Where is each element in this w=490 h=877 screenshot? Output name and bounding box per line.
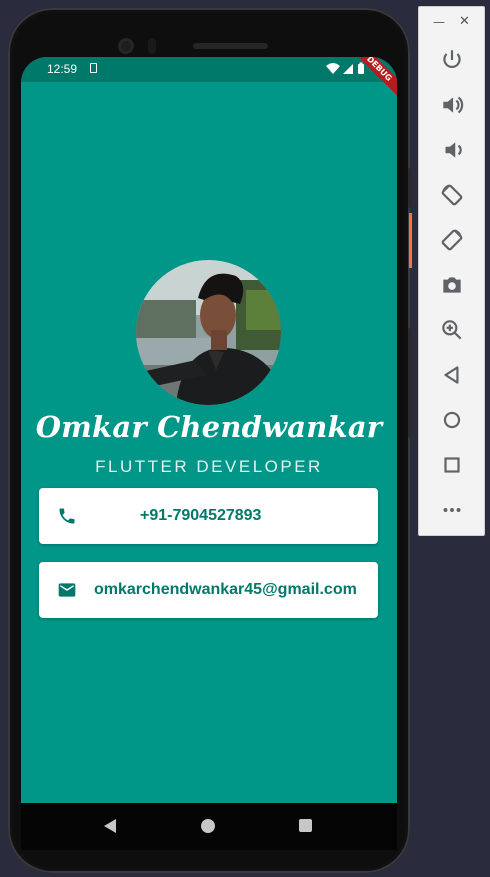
email-address: omkarchendwankar45@gmail.com <box>94 581 357 598</box>
profile-title: FLUTTER DEVELOPER <box>95 457 323 476</box>
profile-name: Omkar Chendwankar <box>35 410 383 444</box>
nav-home-icon[interactable] <box>201 819 215 833</box>
phone-card[interactable]: +91-7904527893 <box>39 488 378 544</box>
volume-side-button <box>408 328 412 438</box>
power-icon[interactable] <box>439 47 465 73</box>
emulator-toolbar: — ✕ <box>418 6 485 536</box>
sim-card-icon <box>90 63 97 73</box>
volume-up-icon[interactable] <box>439 92 465 118</box>
navigation-bar <box>21 803 397 850</box>
status-time: 12:59 <box>47 62 78 76</box>
nav-back-icon[interactable] <box>103 818 117 834</box>
camera-icon[interactable] <box>439 272 465 298</box>
battery-icon <box>358 64 364 74</box>
email-card[interactable]: omkarchendwankar45@gmail.com <box>39 562 378 618</box>
avatar-photo <box>136 260 281 405</box>
rotate-left-icon[interactable] <box>439 182 465 208</box>
rotate-right-icon[interactable] <box>439 227 465 253</box>
proximity-sensor <box>148 38 156 54</box>
volume-down-icon[interactable] <box>439 137 465 163</box>
zoom-icon[interactable] <box>439 317 465 343</box>
power-side-button <box>408 168 412 208</box>
phone-number: +91-7904527893 <box>140 507 262 524</box>
more-icon[interactable] <box>439 497 465 523</box>
signal-icon <box>343 64 353 74</box>
wifi-icon <box>326 63 340 74</box>
back-icon[interactable] <box>439 362 465 388</box>
minimize-icon[interactable]: — <box>433 16 445 28</box>
home-icon[interactable] <box>439 407 465 433</box>
avatar <box>136 260 281 405</box>
close-icon[interactable]: ✕ <box>459 15 470 28</box>
app-screen: 12:59 DEBUG Omkar Chendwankar FLUTTER DE… <box>21 57 397 803</box>
status-bar: 12:59 DEBUG <box>21 57 397 102</box>
earpiece-speaker <box>193 43 268 49</box>
nav-recents-icon[interactable] <box>299 819 312 832</box>
phone-icon <box>59 508 75 524</box>
overview-icon[interactable] <box>439 452 465 478</box>
email-icon <box>58 583 76 597</box>
window-edge-accent <box>409 213 412 268</box>
front-camera <box>118 38 134 54</box>
